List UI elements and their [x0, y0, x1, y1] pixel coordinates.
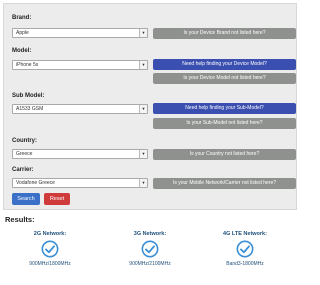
network-2g: 2G Network: 900MHz/1800MHz [10, 231, 90, 267]
brand-select-value: Apple [16, 30, 29, 36]
country-select[interactable]: Greece ▼ [12, 149, 148, 159]
network-4g-lte: 4G LTE Network: Band3-1800MHz [205, 231, 285, 267]
network-4g-lte-value: Band3-1800MHz [226, 261, 264, 267]
check-circle-icon [236, 240, 254, 258]
sub-model-label: Sub Model: [12, 93, 45, 99]
country-select-value: Greece [16, 151, 33, 157]
country-label: Country: [12, 138, 37, 144]
sub-model-select-value: A1533 GSM [16, 106, 44, 112]
sub-model-select[interactable]: A1533 GSM ▼ [12, 104, 148, 114]
carrier-select[interactable]: Vodafone Greece ▼ [12, 178, 148, 188]
chevron-down-icon: ▼ [139, 179, 147, 187]
network-3g-value: 900MHz/2100MHz [129, 261, 171, 267]
chevron-down-icon: ▼ [139, 29, 147, 37]
network-4g-lte-title: 4G LTE Network: [223, 231, 267, 237]
model-select-value: iPhone 5s [16, 62, 39, 68]
results-title: Results: [5, 215, 35, 224]
model-label: Model: [12, 48, 32, 54]
model-not-listed-button[interactable]: Is your Device Model not listed here? [153, 73, 296, 84]
model-help-button[interactable]: Need help finding your Device Model? [153, 59, 296, 70]
chevron-down-icon: ▼ [139, 105, 147, 113]
sub-model-not-listed-button[interactable]: Is your Sub-Model not listed here? [153, 118, 296, 129]
network-3g-title: 3G Network: [133, 231, 167, 237]
check-circle-icon [141, 240, 159, 258]
network-2g-title: 2G Network: [33, 231, 67, 237]
carrier-select-value: Vodafone Greece [16, 180, 55, 186]
country-not-listed-button[interactable]: Is your Country not listed here? [153, 149, 296, 160]
carrier-not-listed-button[interactable]: Is your Mobile Network/Carrier not liste… [153, 178, 296, 189]
check-circle-icon [41, 240, 59, 258]
network-3g: 3G Network: 900MHz/2100MHz [110, 231, 190, 267]
reset-button[interactable]: Reset [44, 193, 70, 205]
search-button[interactable]: Search [12, 193, 40, 205]
model-select[interactable]: iPhone 5s ▼ [12, 60, 148, 70]
chevron-down-icon: ▼ [139, 61, 147, 69]
sub-model-help-button[interactable]: Need help finding your Sub-Model? [153, 103, 296, 114]
brand-label: Brand: [12, 15, 32, 21]
chevron-down-icon: ▼ [139, 150, 147, 158]
brand-select[interactable]: Apple ▼ [12, 28, 148, 38]
network-2g-value: 900MHz/1800MHz [29, 261, 71, 267]
device-search-form: Brand: Apple ▼ Is your Device Brand not … [3, 3, 297, 210]
brand-not-listed-button[interactable]: Is your Device Brand not listed here? [153, 28, 296, 39]
carrier-label: Carrier: [12, 167, 34, 173]
